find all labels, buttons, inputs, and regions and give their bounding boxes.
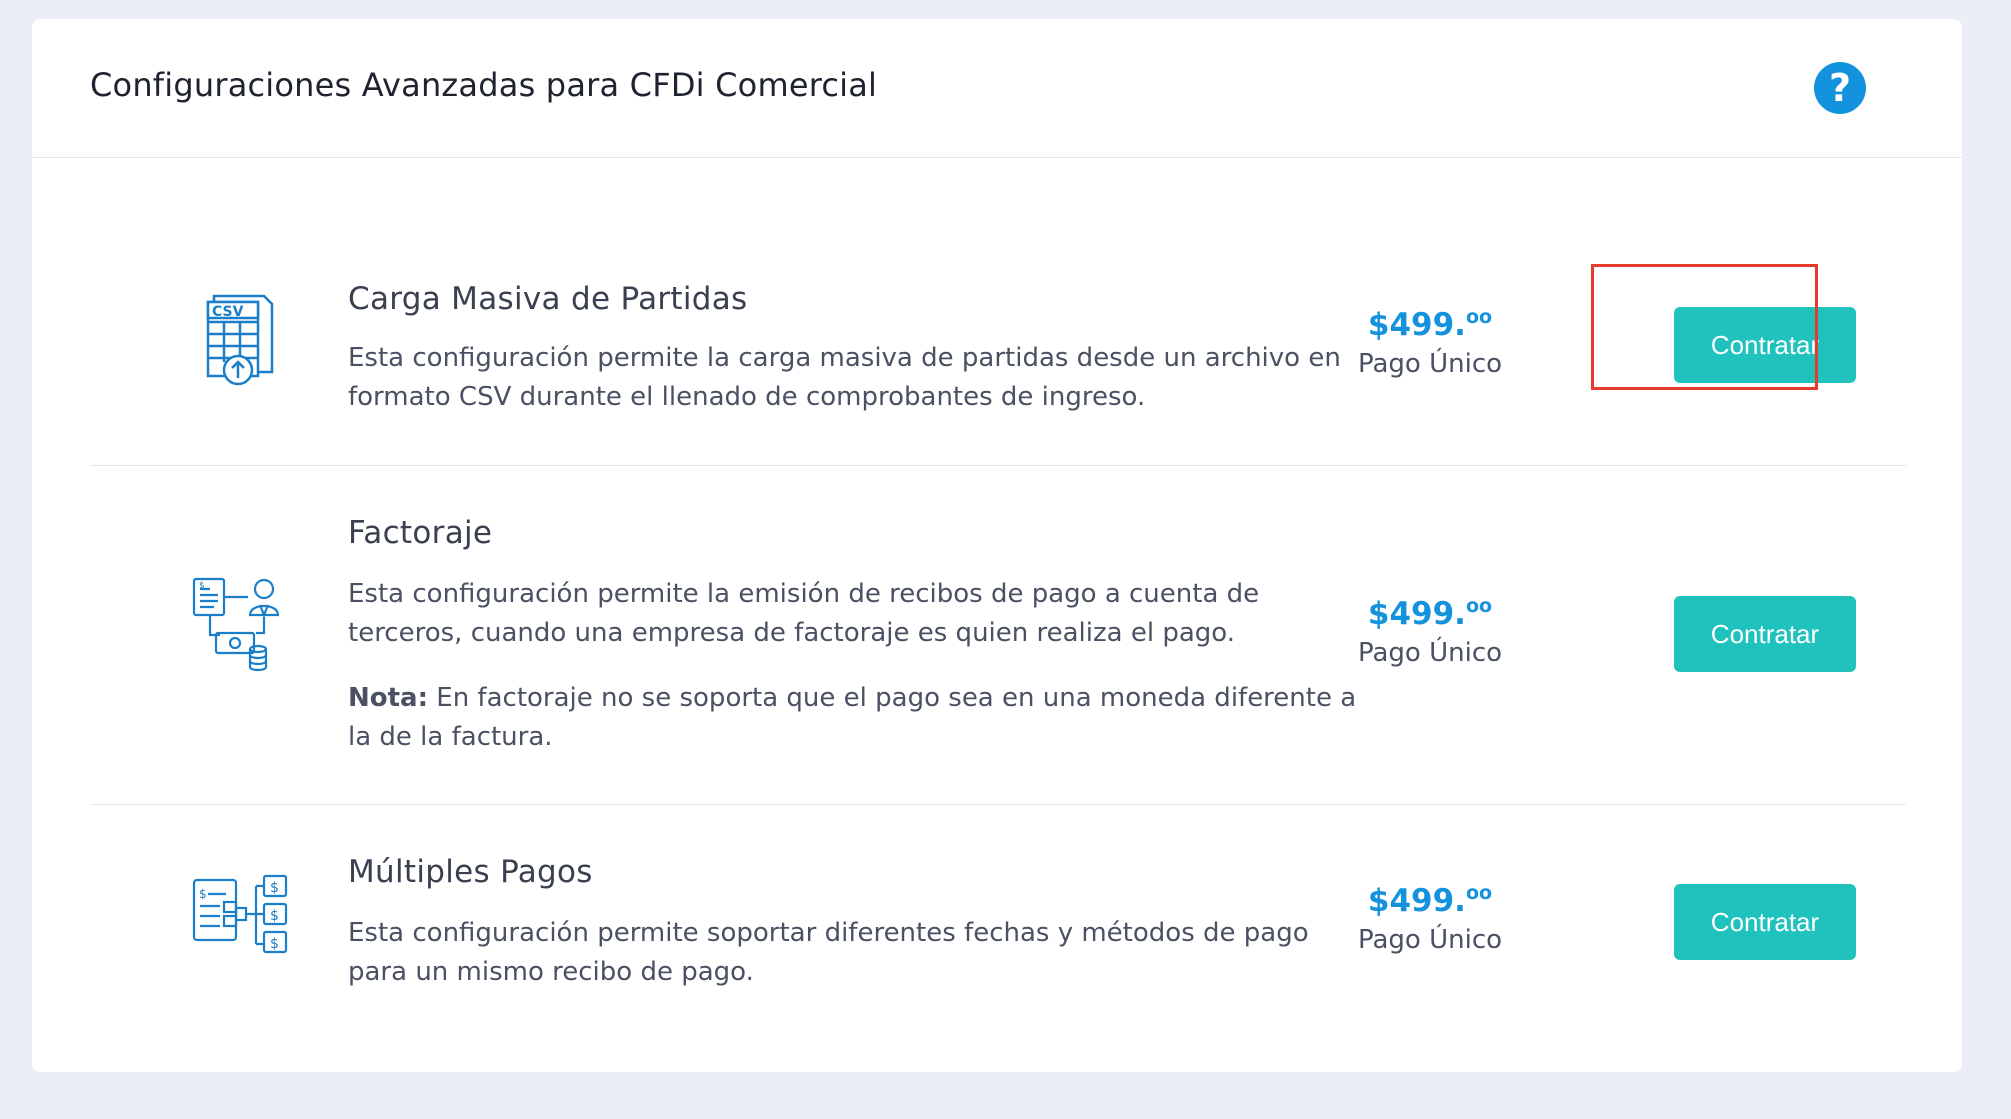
contratar-button[interactable]: Contratar: [1674, 884, 1856, 960]
config-item-factoraje: $ Factoraje Esta configuración permite l…: [90, 465, 1906, 805]
item-description: Esta configuración permite soportar dife…: [348, 918, 1309, 987]
highlight-box: [1591, 264, 1818, 390]
price-label: Pago Único: [1357, 638, 1503, 668]
svg-text:$: $: [199, 887, 207, 901]
csv-upload-icon: CSV: [206, 294, 274, 386]
item-description: Esta configuración permite la carga masi…: [348, 343, 1341, 412]
svg-text:$: $: [270, 880, 279, 896]
item-note: Nota: En factoraje no se soporta que el …: [348, 679, 1358, 757]
contratar-button[interactable]: Contratar: [1674, 596, 1856, 672]
advanced-config-card: Configuraciones Avanzadas para CFDi Come…: [32, 19, 1962, 1072]
card-header: Configuraciones Avanzadas para CFDi Come…: [32, 19, 1962, 158]
item-title: Múltiples Pagos: [348, 854, 593, 890]
price: $499.oo: [1367, 306, 1493, 343]
price-box: $499.oo Pago Único: [1325, 882, 1535, 955]
question-circle-icon[interactable]: ?: [1814, 62, 1866, 114]
price: $499.oo: [1367, 595, 1493, 632]
item-title: Factoraje: [348, 515, 493, 551]
price: $499.oo: [1367, 882, 1493, 919]
svg-text:CSV: CSV: [212, 304, 244, 320]
svg-text:$: $: [270, 908, 279, 924]
multiple-payments-icon: $ $ $ $: [192, 874, 288, 954]
config-item-multiples-pagos: $ $ $ $ Múltiples Pagos Esta configuraci…: [90, 804, 1906, 1044]
price-label: Pago Único: [1357, 349, 1503, 379]
price-label: Pago Único: [1357, 925, 1503, 955]
note-label: Nota:: [348, 683, 428, 713]
factoring-icon: $: [192, 577, 280, 672]
svg-text:$: $: [270, 936, 279, 952]
item-title: Carga Masiva de Partidas: [348, 281, 748, 317]
price-box: $499.oo Pago Único: [1325, 595, 1535, 668]
item-description: Esta configuración permite la emisión de…: [348, 579, 1260, 648]
page-title: Configuraciones Avanzadas para CFDi Come…: [90, 66, 878, 104]
note-text: En factoraje no se soporta que el pago s…: [348, 683, 1357, 752]
svg-text:$: $: [199, 581, 205, 591]
price-box: $499.oo Pago Único: [1325, 306, 1535, 379]
